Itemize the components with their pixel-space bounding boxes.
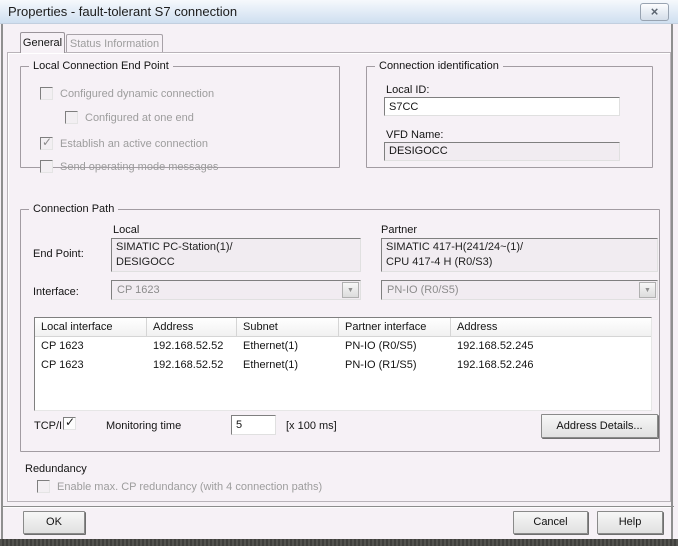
table-header-subnet[interactable]: Subnet	[237, 318, 339, 336]
table-header-partner-interface[interactable]: Partner interface	[339, 318, 451, 336]
table-row[interactable]: CP 1623 192.168.52.52 Ethernet(1) PN-IO …	[35, 337, 651, 356]
partner-interface-combobox: PN-IO (R0/S5) ▼	[381, 280, 658, 300]
local-id-input[interactable]	[384, 97, 620, 116]
checkbox-label: Send operating mode messages	[60, 161, 218, 173]
properties-dialog: Properties - fault-tolerant S7 connectio…	[0, 0, 678, 546]
connection-identification-group: Connection identification Local ID: VFD …	[366, 66, 653, 168]
checkbox-configured-at-one-end: Configured at one end	[65, 111, 194, 124]
checkbox-label: Configured at one end	[85, 112, 194, 124]
group-title: Connection identification	[375, 60, 503, 72]
local-connection-end-point-group: Local Connection End Point Configured dy…	[20, 66, 340, 168]
window-left-edge	[1, 24, 3, 539]
close-icon: ×	[651, 4, 659, 19]
tab-status-information: Status Information	[66, 34, 163, 53]
checkbox-enable-max-cp-redundancy: Enable max. CP redundancy (with 4 connec…	[37, 480, 322, 493]
cell-local-interface: CP 1623	[35, 356, 147, 375]
redundancy-label: Redundancy	[25, 463, 87, 475]
window-right-edge	[671, 24, 673, 539]
checkbox-send-operating-mode-messages: Send operating mode messages	[40, 160, 218, 173]
partner-end-point-line2: CPU 417-4 H (R0/S3)	[386, 255, 653, 270]
checkbox-establish-active-connection: Establish an active connection	[40, 137, 208, 150]
window-title: Properties - fault-tolerant S7 connectio…	[8, 4, 237, 19]
checkbox-box	[37, 480, 50, 493]
cell-partner-interface: PN-IO (R1/S5)	[339, 356, 451, 375]
checkbox-configured-dynamic-connection: Configured dynamic connection	[40, 87, 214, 100]
ok-button[interactable]: OK	[23, 511, 85, 534]
monitoring-time-label: Monitoring time	[106, 420, 181, 432]
vfd-name-label: VFD Name:	[386, 129, 443, 141]
checkbox-box	[40, 87, 53, 100]
cancel-button[interactable]: Cancel	[513, 511, 588, 534]
local-interface-value: CP 1623	[117, 284, 160, 296]
local-end-point-line1: SIMATIC PC-Station(1)/	[116, 240, 356, 255]
checkbox-box	[40, 137, 53, 150]
cell-partner-address: 192.168.52.245	[451, 337, 651, 356]
cell-address: 192.168.52.52	[147, 356, 237, 375]
group-title: Connection Path	[29, 203, 118, 215]
interface-table: Local interface Address Subnet Partner i…	[34, 317, 652, 411]
interface-label: Interface:	[33, 286, 79, 298]
cell-subnet: Ethernet(1)	[237, 356, 339, 375]
cell-partner-address: 192.168.52.246	[451, 356, 651, 375]
table-header-partner-address[interactable]: Address	[451, 318, 651, 336]
tab-general[interactable]: General	[20, 32, 65, 53]
tab-general-label: General	[23, 37, 62, 49]
tcpip-checkbox[interactable]	[63, 417, 76, 430]
address-details-button[interactable]: Address Details...	[541, 414, 658, 438]
footer-separator	[3, 506, 674, 507]
table-header-row: Local interface Address Subnet Partner i…	[35, 318, 651, 337]
cell-address: 192.168.52.52	[147, 337, 237, 356]
partner-end-point-field: SIMATIC 417-H(241/24~(1)/ CPU 417-4 H (R…	[381, 238, 658, 272]
partner-column-header: Partner	[381, 224, 417, 236]
checkbox-label: Establish an active connection	[60, 138, 208, 150]
local-id-label: Local ID:	[386, 84, 429, 96]
local-end-point-field: SIMATIC PC-Station(1)/ DESIGOCC	[111, 238, 361, 272]
monitoring-time-unit: [x 100 ms]	[286, 420, 337, 432]
table-row[interactable]: CP 1623 192.168.52.52 Ethernet(1) PN-IO …	[35, 356, 651, 375]
table-header-local-interface[interactable]: Local interface	[35, 318, 147, 336]
end-point-label: End Point:	[33, 248, 84, 260]
cell-partner-interface: PN-IO (R0/S5)	[339, 337, 451, 356]
titlebar: Properties - fault-tolerant S7 connectio…	[0, 0, 678, 24]
checkbox-box	[63, 417, 76, 430]
group-title: Local Connection End Point	[29, 60, 173, 72]
checkbox-box	[65, 111, 78, 124]
checkbox-label: Configured dynamic connection	[60, 88, 214, 100]
connection-path-group: Connection Path Local Partner End Point:…	[20, 209, 660, 452]
tab-status-information-label: Status Information	[70, 38, 159, 50]
partner-interface-value: PN-IO (R0/S5)	[387, 284, 459, 296]
local-column-header: Local	[113, 224, 139, 236]
checkbox-label: Enable max. CP redundancy (with 4 connec…	[57, 481, 322, 493]
table-header-address[interactable]: Address	[147, 318, 237, 336]
checkbox-box	[40, 160, 53, 173]
window-bottom-edge	[0, 539, 678, 546]
local-interface-combobox: CP 1623 ▼	[111, 280, 361, 300]
chevron-down-icon: ▼	[639, 282, 656, 298]
cell-local-interface: CP 1623	[35, 337, 147, 356]
cell-subnet: Ethernet(1)	[237, 337, 339, 356]
partner-end-point-line1: SIMATIC 417-H(241/24~(1)/	[386, 240, 653, 255]
vfd-name-field: DESIGOCC	[384, 142, 620, 161]
help-button[interactable]: Help	[597, 511, 663, 534]
chevron-down-icon: ▼	[342, 282, 359, 298]
close-button[interactable]: ×	[640, 3, 669, 21]
local-end-point-line2: DESIGOCC	[116, 255, 356, 270]
monitoring-time-input[interactable]	[231, 415, 276, 435]
